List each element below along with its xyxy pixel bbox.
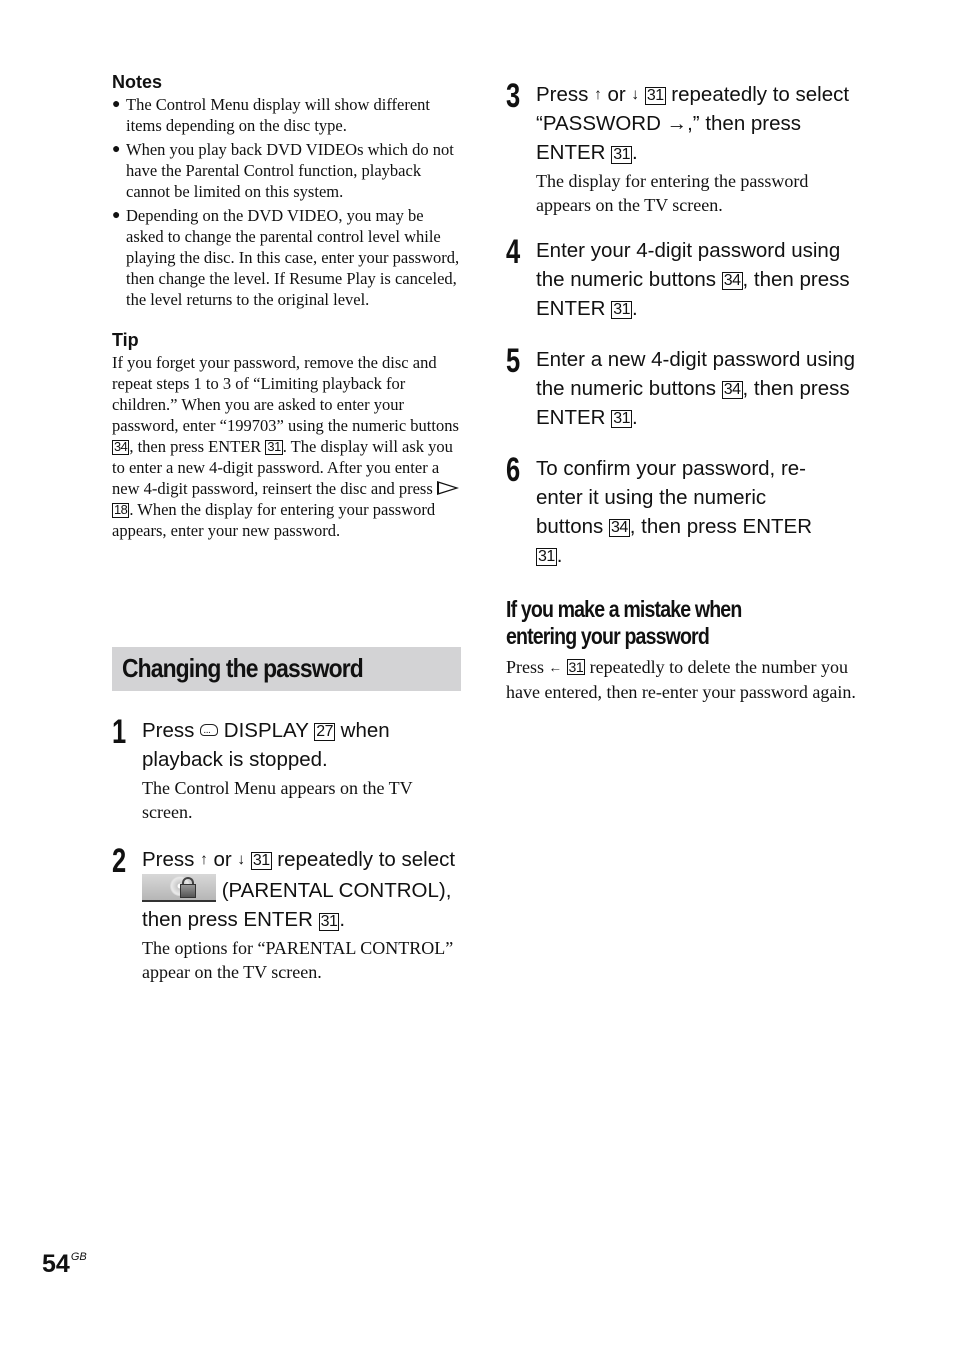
tip-heading: Tip	[112, 330, 139, 350]
ref-numeric-buttons: 34	[721, 381, 743, 400]
step-number: 2	[112, 842, 127, 880]
ref-arrow-buttons: 31	[644, 87, 666, 106]
step-number: 1	[112, 713, 127, 751]
step-instruction: Press ↑ or ↓ 31 repeatedly to select “PA…	[536, 80, 856, 167]
step-6: 6 To confirm your password, re-enter it …	[506, 451, 856, 570]
section-title: Changing the password	[122, 653, 364, 683]
up-arrow-icon: ↑	[200, 851, 208, 869]
bullet-icon: ●	[112, 142, 121, 157]
note-item: ● Depending on the DVD VIDEO, you may be …	[112, 206, 460, 309]
display-icon	[200, 718, 219, 747]
left-arrow-icon: ←	[548, 659, 563, 675]
lock-icon	[180, 884, 196, 899]
step-instruction: Enter a new 4-digit password using the n…	[536, 348, 856, 429]
ref-enter-button: 31	[611, 410, 632, 429]
step-5: 5 Enter a new 4-digit password using the…	[506, 342, 856, 432]
ref-numeric-buttons: 34	[112, 439, 130, 456]
mistake-body: Press ← 31 repeatedly to delete the numb…	[506, 657, 856, 702]
page-number: 54GB	[42, 1250, 87, 1278]
ref-enter-button: 31	[265, 439, 283, 456]
section-heading-bar: Changing the password	[112, 647, 461, 691]
tip-body: If you forget your password, remove the …	[112, 353, 459, 540]
step-number: 5	[506, 342, 521, 380]
ref-arrow-buttons: 31	[250, 852, 272, 871]
step-number: 6	[506, 451, 521, 489]
step-2: 2 Press ↑ or ↓ 31 repeatedly to select (…	[112, 842, 467, 984]
step-result: The Control Menu appears on the TV scree…	[142, 778, 413, 822]
ref-numeric-buttons: 34	[721, 272, 743, 291]
ref-arrow-buttons: 31	[566, 659, 586, 676]
region-code: GB	[70, 1251, 87, 1263]
ref-numeric-buttons: 34	[608, 519, 630, 538]
note-item: ● The Control Menu display will show diff…	[112, 95, 430, 135]
step-instruction: To confirm your password, re-enter it us…	[536, 457, 813, 567]
notes-heading: Notes	[112, 72, 163, 92]
step-instruction: Press ↑ or ↓ 31 repeatedly to select (PA…	[142, 845, 467, 934]
ref-enter-button: 31	[611, 145, 632, 164]
bullet-icon: ●	[112, 97, 121, 112]
notes-list: ● The Control Menu display will show diff…	[112, 94, 462, 310]
down-arrow-icon: ↓	[631, 86, 640, 104]
step-4: 4 Enter your 4-digit password using the …	[506, 233, 856, 323]
step-3: 3 Press ↑ or ↓ 31 repeatedly to select “…	[506, 77, 856, 217]
ref-display-button: 27	[314, 723, 335, 742]
ref-enter-button: 31	[611, 301, 632, 320]
ref-play-button: 18	[112, 502, 130, 519]
note-item: ● When you play back DVD VIDEOs which do …	[112, 140, 454, 201]
step-instruction: Enter your 4-digit password using the nu…	[536, 239, 850, 320]
ref-enter-button: 31	[536, 548, 557, 567]
left-column: Notes ● The Control Menu display will sho…	[112, 70, 462, 541]
ref-enter-button: 31	[318, 912, 340, 931]
step-instruction: Press DISPLAY 27 when playback is stoppe…	[142, 716, 467, 774]
step-1: 1 Press DISPLAY 27 when playback is stop…	[112, 713, 467, 824]
bullet-icon: ●	[112, 208, 121, 223]
down-arrow-icon: ↓	[237, 851, 246, 869]
step-result: The options for “PARENTAL CONTROL” appea…	[142, 938, 454, 983]
parental-control-icon	[142, 874, 216, 903]
step-number: 4	[506, 233, 521, 271]
step-result: The display for entering the password ap…	[536, 171, 809, 216]
up-arrow-icon: ↑	[594, 86, 602, 104]
mistake-heading: If you make a mistake when entering your…	[506, 596, 742, 649]
play-icon	[436, 480, 459, 495]
step-number: 3	[506, 77, 521, 115]
